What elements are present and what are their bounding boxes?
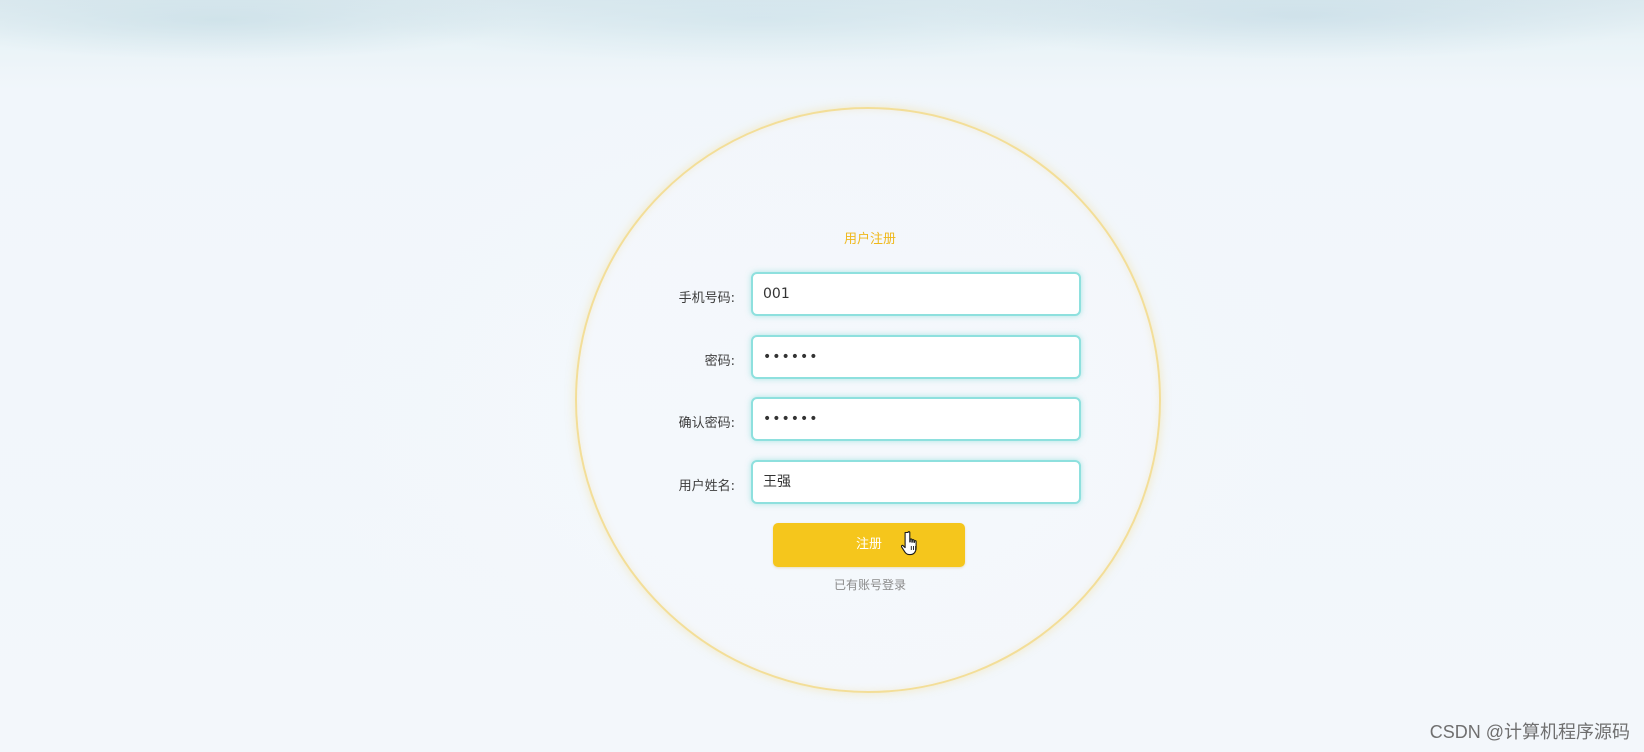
confirm-password-label: 确认密码: xyxy=(678,416,735,431)
login-link[interactable]: 已有账号登录 xyxy=(0,576,1644,593)
hand-pointer-icon xyxy=(901,531,917,556)
password-input[interactable]: •••••• xyxy=(751,335,1081,379)
register-button[interactable]: 注册 xyxy=(773,523,965,567)
watermark: CSDN @计算机程序源码 xyxy=(1429,722,1630,742)
phone-input[interactable]: 001 xyxy=(751,272,1081,316)
phone-label: 手机号码: xyxy=(678,291,735,306)
username-input[interactable]: 王强 xyxy=(751,460,1081,504)
confirm-password-input[interactable]: •••••• xyxy=(751,397,1081,441)
form-title: 用户注册 xyxy=(843,232,896,247)
password-label: 密码: xyxy=(704,354,735,369)
header-banner-background xyxy=(0,0,1644,78)
username-label: 用户姓名: xyxy=(678,479,735,494)
